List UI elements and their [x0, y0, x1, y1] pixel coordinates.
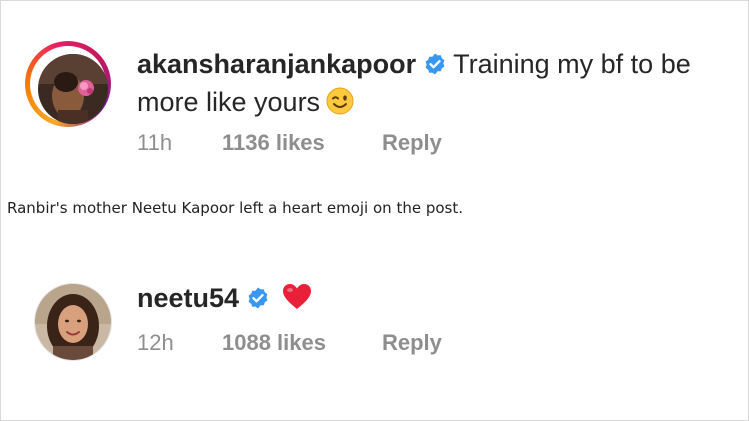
- comment-panel-1: akansharanjankapoor Training my bf to be …: [1, 1, 748, 176]
- comment-body: akansharanjankapoor Training my bf to be …: [137, 45, 737, 121]
- username[interactable]: akansharanjankapoor: [137, 49, 416, 79]
- username[interactable]: neetu54: [137, 283, 239, 313]
- comment-meta: 11h 1136 likes Reply: [137, 130, 442, 156]
- timestamp[interactable]: 12h: [137, 330, 222, 356]
- screenshot-frame: akansharanjankapoor Training my bf to be …: [0, 0, 749, 421]
- winking-face-emoji-icon: [326, 87, 354, 115]
- comment-meta: 12h 1088 likes Reply: [137, 330, 442, 356]
- article-caption: Ranbir's mother Neetu Kapoor left a hear…: [7, 199, 463, 217]
- verified-badge-icon: [248, 287, 268, 309]
- avatar-photo: [38, 54, 108, 124]
- verified-badge-icon: [425, 53, 445, 75]
- comment-panel-2: neetu54 12h 1088 likes Reply: [1, 259, 748, 420]
- red-heart-emoji-icon: [283, 284, 312, 309]
- timestamp[interactable]: 11h: [137, 130, 222, 156]
- avatar[interactable]: [34, 283, 112, 361]
- comment-body: neetu54: [137, 279, 737, 317]
- likes-count[interactable]: 1136 likes: [222, 130, 382, 156]
- reply-button[interactable]: Reply: [382, 330, 442, 356]
- avatar-photo: [35, 284, 111, 360]
- avatar[interactable]: [38, 54, 108, 124]
- likes-count[interactable]: 1088 likes: [222, 330, 382, 356]
- story-ring[interactable]: [25, 41, 111, 127]
- reply-button[interactable]: Reply: [382, 130, 442, 156]
